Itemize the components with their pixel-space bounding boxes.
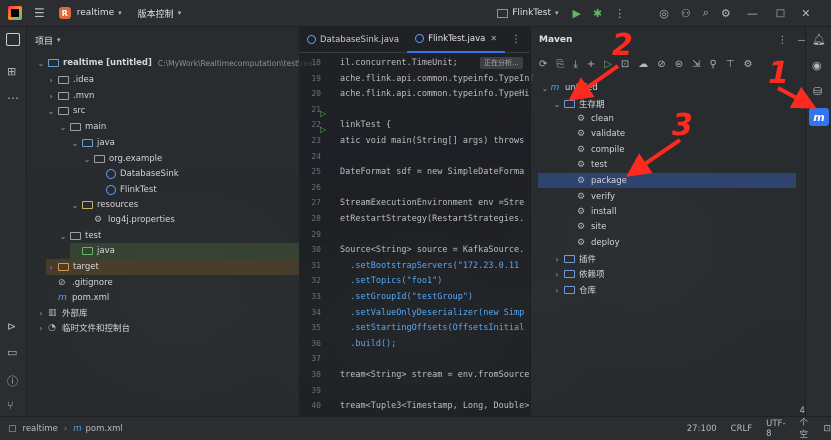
arrow-to-maven-icon bbox=[777, 86, 817, 109]
arrow-to-package bbox=[626, 138, 682, 177]
arrow-to-lifecycle bbox=[568, 64, 620, 101]
annotation-arrows bbox=[568, 64, 817, 177]
